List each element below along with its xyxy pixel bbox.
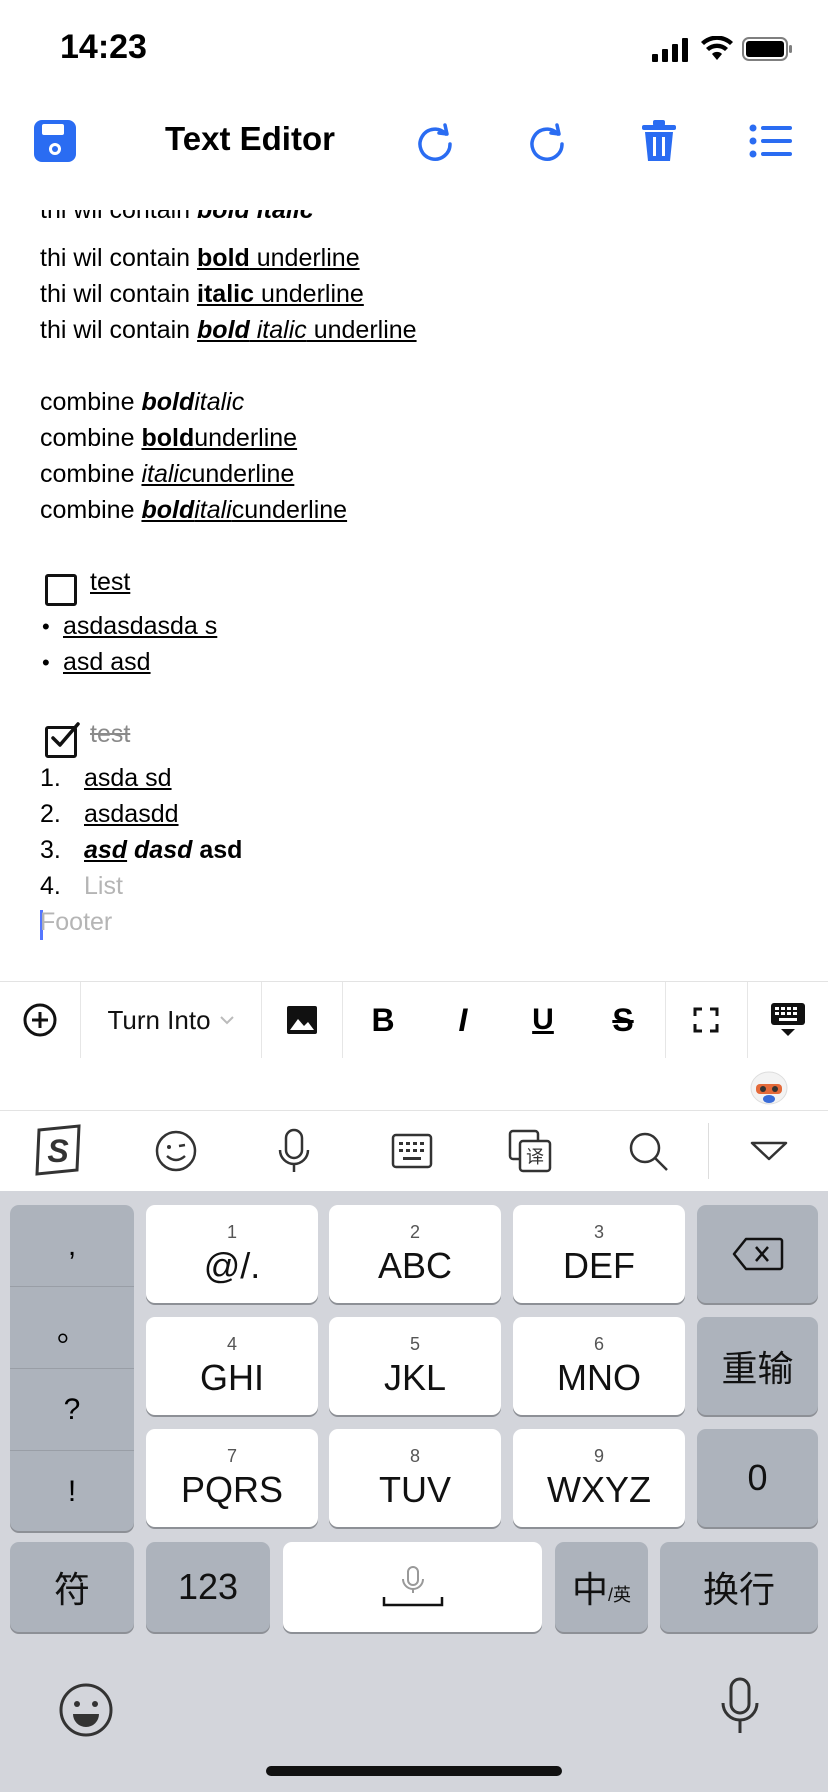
punctuation-column[interactable]: , 。 ? ! <box>10 1205 134 1531</box>
keyboard: , 。 ? ! 1 @/. 2 ABC 3 DEF 4 GHI 5 JKL 6 MNO 重输… <box>0 1191 828 1792</box>
key-1[interactable]: 1 @/. <box>146 1205 318 1303</box>
list-number: 3. <box>40 836 61 864</box>
translate-icon[interactable]: 译 <box>502 1123 558 1179</box>
emoji-icon[interactable] <box>58 1682 114 1743</box>
trash-icon[interactable] <box>634 116 684 166</box>
key-7[interactable]: 7 PQRS <box>146 1429 318 1527</box>
list-number: 4. <box>40 872 61 900</box>
keyboard-icon[interactable] <box>384 1123 440 1179</box>
turn-into-dropdown[interactable]: Turn Into <box>81 982 261 1058</box>
editor-line: combine boldunderline <box>40 424 298 452</box>
footer-placeholder[interactable]: Footer <box>40 908 112 937</box>
lang-main-label: 中 <box>571 1569 608 1610</box>
punct-key[interactable]: ! <box>10 1451 134 1532</box>
key-6[interactable]: 6 MNO <box>513 1317 685 1415</box>
battery-icon <box>742 37 794 66</box>
bullet-item: asd asd <box>63 648 151 676</box>
bold-button[interactable]: B <box>343 982 423 1058</box>
backspace-key[interactable] <box>697 1205 818 1303</box>
svg-text:S: S <box>47 1133 69 1169</box>
editor-line: thi wil contain bold italic <box>40 210 314 224</box>
key-9[interactable]: 9 WXYZ <box>513 1429 685 1527</box>
editor-line: thi wil contain bold underline <box>40 244 360 272</box>
punct-key[interactable]: 。 <box>10 1287 134 1369</box>
zero-key[interactable]: 0 <box>697 1429 818 1527</box>
symbols-key[interactable]: 符 <box>10 1542 134 1632</box>
enter-key[interactable]: 换行 <box>660 1542 818 1632</box>
format-toolbar: Turn Into B I U S <box>0 981 828 1059</box>
search-icon[interactable] <box>620 1123 676 1179</box>
editor-line: combine italicunderline <box>40 460 295 488</box>
fullscreen-icon <box>693 1007 719 1033</box>
fullscreen-button[interactable] <box>666 982 746 1058</box>
wifi-icon <box>700 35 734 67</box>
space-mic-icon <box>382 1566 443 1607</box>
home-indicator <box>266 1766 562 1776</box>
numbers-key[interactable]: 123 <box>146 1542 270 1632</box>
todo-checkbox-checked[interactable] <box>45 722 80 758</box>
sogou-logo-icon[interactable]: S <box>30 1123 86 1179</box>
svg-text:译: 译 <box>526 1147 544 1168</box>
italic-button[interactable]: I <box>423 982 503 1058</box>
underline-button[interactable]: U <box>503 982 583 1058</box>
bullet-item: asdasdasda s <box>63 612 218 640</box>
editor-line: thi wil contain bold italic underline <box>40 316 417 344</box>
candidate-strip <box>0 1058 828 1111</box>
punct-key[interactable]: ? <box>10 1369 134 1451</box>
backspace-icon <box>732 1237 783 1271</box>
punct-key[interactable]: , <box>10 1205 134 1287</box>
space-key[interactable] <box>283 1542 542 1632</box>
editor-line: combine bolditalic <box>40 388 245 416</box>
key-8[interactable]: 8 TUV <box>329 1429 501 1527</box>
plus-circle-icon <box>23 1003 57 1037</box>
numbered-item: asda sd <box>84 764 172 792</box>
voice-input-icon[interactable] <box>266 1123 322 1179</box>
ime-mascot-icon[interactable] <box>748 1066 790 1111</box>
chevron-down-icon <box>219 1016 234 1025</box>
undo-icon[interactable] <box>410 116 460 166</box>
bullet-dot: • <box>42 650 50 675</box>
collapse-keyboard-icon[interactable] <box>741 1123 797 1179</box>
todo-text-done: test <box>90 720 131 748</box>
image-icon <box>287 1006 317 1034</box>
editor-line: combine bolditalicunderline <box>40 496 348 524</box>
list-icon[interactable] <box>746 116 796 166</box>
key-5[interactable]: 5 JKL <box>329 1317 501 1415</box>
bullet-dot: • <box>42 614 50 639</box>
insert-image-button[interactable] <box>262 982 342 1058</box>
list-number: 1. <box>40 764 61 792</box>
key-4[interactable]: 4 GHI <box>146 1317 318 1415</box>
hide-keyboard-button[interactable] <box>748 982 828 1058</box>
numbered-item: asd dasd asd <box>84 836 243 864</box>
todo-checkbox-unchecked[interactable] <box>45 574 77 606</box>
emoji-face-icon[interactable] <box>148 1123 204 1179</box>
keyboard-hide-icon <box>771 1003 805 1036</box>
todo-text: test <box>90 568 131 596</box>
turn-into-label: Turn Into <box>107 1004 211 1035</box>
numbered-item: asdasdd <box>84 800 179 828</box>
signal-icon <box>652 38 690 67</box>
key-3[interactable]: 3 DEF <box>513 1205 685 1303</box>
lang-sub-label: /英 <box>608 1585 632 1605</box>
ime-toolbar: S 译 <box>0 1111 828 1191</box>
editor-content[interactable]: thi wil contain bold italic thi wil cont… <box>40 210 800 980</box>
editor-line: thi wil contain italic underline <box>40 280 364 308</box>
list-number: 2. <box>40 800 61 828</box>
reset-key[interactable]: 重输 <box>697 1317 818 1415</box>
language-switch-key[interactable]: 中/英 <box>555 1542 648 1632</box>
strikethrough-button[interactable]: S <box>583 982 663 1058</box>
add-block-button[interactable] <box>0 982 80 1058</box>
redo-icon[interactable] <box>522 116 572 166</box>
list-placeholder: List <box>84 872 123 900</box>
key-2[interactable]: 2 ABC <box>329 1205 501 1303</box>
status-time: 14:23 <box>60 28 147 66</box>
dictation-mic-icon[interactable] <box>718 1677 762 1742</box>
